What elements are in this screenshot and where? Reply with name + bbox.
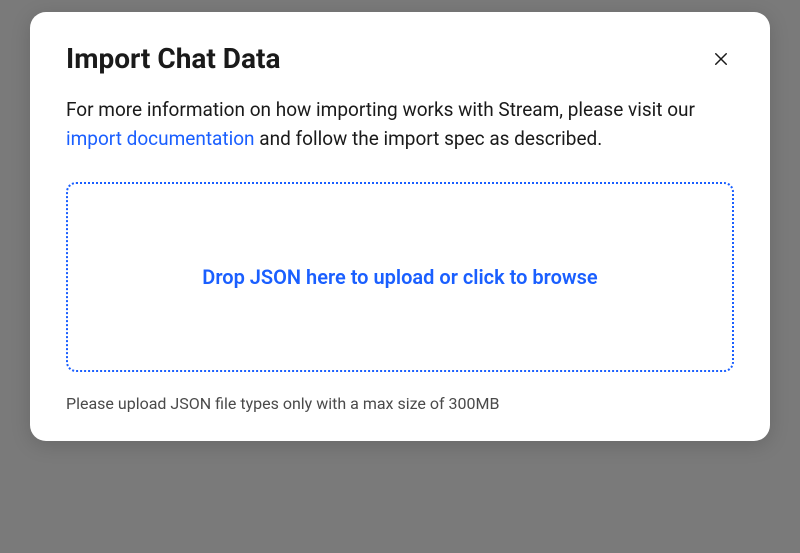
import-chat-data-modal: Import Chat Data For more information on… [30, 12, 770, 441]
import-documentation-link[interactable]: import documentation [66, 127, 255, 150]
description-text-after: and follow the import spec as described. [255, 127, 603, 150]
close-button[interactable] [708, 46, 734, 72]
description-text-before: For more information on how importing wo… [66, 98, 695, 121]
modal-title: Import Chat Data [66, 42, 280, 75]
close-icon [712, 50, 730, 68]
file-dropzone[interactable]: Drop JSON here to upload or click to bro… [66, 182, 734, 372]
modal-description: For more information on how importing wo… [66, 95, 734, 154]
upload-helper-text: Please upload JSON file types only with … [66, 394, 734, 413]
modal-header: Import Chat Data [66, 42, 734, 75]
dropzone-label: Drop JSON here to upload or click to bro… [202, 265, 597, 289]
